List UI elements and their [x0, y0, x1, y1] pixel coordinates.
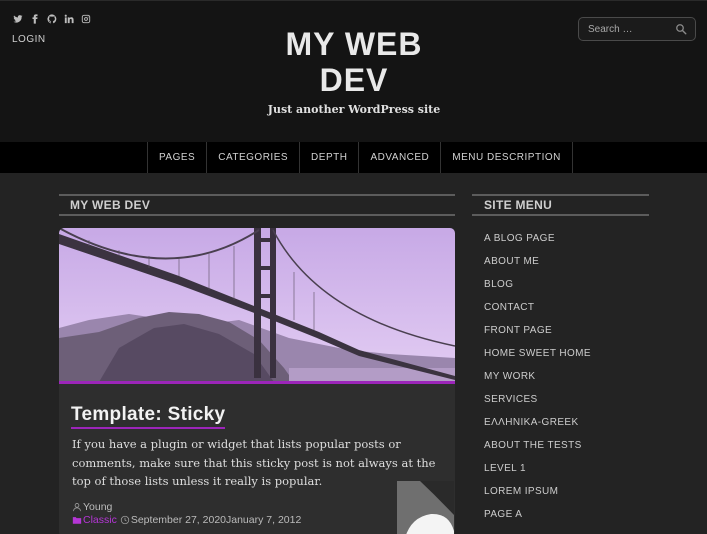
- site-title-line-1: MY WEB: [285, 26, 423, 62]
- sidebar-item-front-page[interactable]: FRONT PAGE: [484, 319, 591, 342]
- site-tagline: Just another WordPress site: [267, 103, 441, 116]
- post-thumbnail[interactable]: [397, 481, 454, 534]
- post-author-link[interactable]: Young: [83, 501, 112, 513]
- post-meta: Classic September 27, 2020January 7, 201…: [72, 514, 301, 526]
- nav-item-menu-description[interactable]: MENU DESCRIPTION: [441, 142, 573, 173]
- sidebar-item-contact[interactable]: CONTACT: [484, 296, 591, 319]
- sidebar-item-a-blog-page[interactable]: A BLOG PAGE: [484, 227, 591, 250]
- user-icon: [72, 502, 82, 512]
- sidebar-item-greek[interactable]: ΕΛΛΗΝΙΚΑ-GREEK: [484, 411, 591, 434]
- search-input[interactable]: [579, 18, 671, 40]
- facebook-icon[interactable]: [30, 14, 40, 24]
- site-header: LOGIN MY WEB DEV Just another WordPress …: [0, 0, 707, 142]
- nav-item-pages[interactable]: PAGES: [148, 142, 208, 173]
- site-title-line-2: DEV: [319, 62, 389, 98]
- sidebar-item-my-work[interactable]: MY WORK: [484, 365, 591, 388]
- sidebar-item-services[interactable]: SERVICES: [484, 388, 591, 411]
- site-title[interactable]: MY WEB DEV: [254, 26, 454, 98]
- post-date: September 27, 2020January 7, 2012: [120, 514, 301, 526]
- github-icon[interactable]: [47, 14, 57, 24]
- login-link[interactable]: LOGIN: [12, 34, 46, 45]
- twitter-icon[interactable]: [13, 14, 23, 24]
- post-category: Classic: [72, 514, 117, 526]
- main-section-heading: MY WEB DEV: [59, 194, 455, 216]
- search-box: [578, 17, 696, 41]
- search-icon[interactable]: [675, 23, 687, 35]
- image-accent-bar: [59, 381, 455, 384]
- instagram-icon[interactable]: [81, 14, 91, 24]
- social-links: [13, 14, 91, 24]
- folder-icon: [72, 515, 82, 525]
- site-menu-list: A BLOG PAGE ABOUT ME BLOG CONTACT FRONT …: [484, 227, 591, 526]
- sidebar-item-lorem-ipsum[interactable]: LOREM IPSUM: [484, 480, 591, 503]
- sidebar-item-home-sweet-home[interactable]: HOME SWEET HOME: [484, 342, 591, 365]
- post-category-link[interactable]: Classic: [83, 514, 117, 526]
- post-date-link[interactable]: September 27, 2020January 7, 2012: [131, 514, 301, 526]
- sidebar-item-about-me[interactable]: ABOUT ME: [484, 250, 591, 273]
- sidebar-item-page-a[interactable]: PAGE A: [484, 503, 591, 526]
- sidebar-item-about-the-tests[interactable]: ABOUT THE TESTS: [484, 434, 591, 457]
- sidebar-item-level-1[interactable]: LEVEL 1: [484, 457, 591, 480]
- post-featured-image[interactable]: [59, 228, 455, 382]
- sidebar-item-blog[interactable]: BLOG: [484, 273, 591, 296]
- clock-icon: [120, 515, 130, 525]
- primary-nav: PAGES CATEGORIES DEPTH ADVANCED MENU DES…: [0, 142, 707, 173]
- sidebar-heading: SITE MENU: [472, 194, 649, 216]
- post-card: Template: Sticky If you have a plugin or…: [59, 228, 455, 534]
- linkedin-icon[interactable]: [64, 14, 74, 24]
- nav-item-depth[interactable]: DEPTH: [300, 142, 360, 173]
- post-title[interactable]: Template: Sticky: [71, 404, 226, 429]
- nav-item-advanced[interactable]: ADVANCED: [359, 142, 442, 173]
- post-excerpt: If you have a plugin or widget that list…: [72, 437, 436, 488]
- post-author: Young: [72, 501, 112, 513]
- nav-item-categories[interactable]: CATEGORIES: [207, 142, 301, 173]
